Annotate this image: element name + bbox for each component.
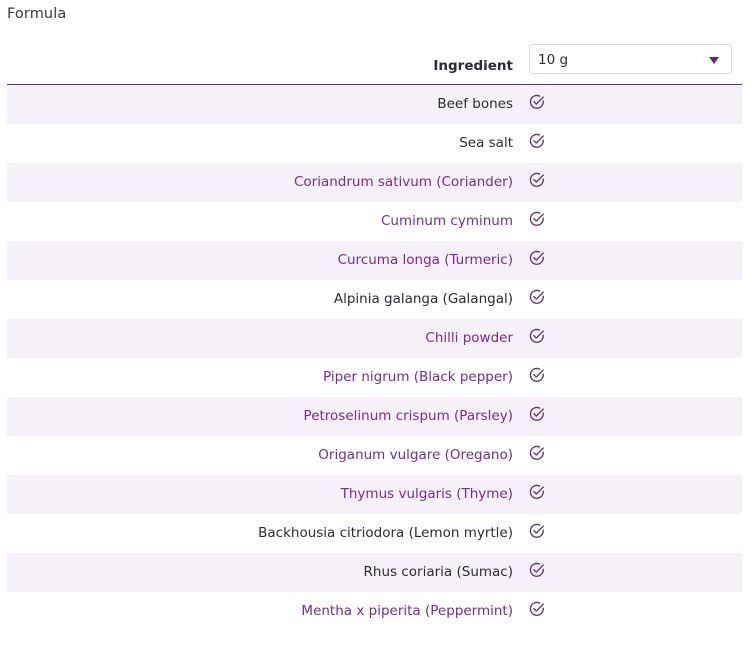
check-circle-icon	[529, 289, 544, 304]
table-header: Ingredient 10 g	[7, 44, 742, 85]
check-circle-icon	[529, 250, 544, 265]
ingredient-link[interactable]: Cuminum cyminum	[381, 213, 513, 229]
ingredient-list: Beef bones Sea salt Coriandrum sativum (Co…	[7, 85, 742, 631]
ingredient-row: Beef bones	[7, 85, 742, 124]
ingredient-row: Coriandrum sativum (Coriander)	[7, 163, 742, 202]
ingredient-name: Backhousia citriodora (Lemon myrtle)	[258, 525, 513, 541]
ingredient-name: Sea salt	[459, 135, 513, 151]
ingredient-link[interactable]: Mentha x piperita (Peppermint)	[301, 603, 513, 619]
section-title: Formula	[7, 6, 67, 22]
ingredient-row: Chilli powder	[7, 319, 742, 358]
ingredient-link[interactable]: Thymus vulgaris (Thyme)	[341, 486, 513, 502]
check-circle-icon	[529, 406, 544, 421]
check-circle-icon	[529, 328, 544, 343]
ingredient-row: Thymus vulgaris (Thyme)	[7, 475, 742, 514]
ingredient-row: Rhus coriaria (Sumac)	[7, 553, 742, 592]
quantity-select[interactable]: 10 g	[529, 44, 732, 74]
ingredient-link[interactable]: Piper nigrum (Black pepper)	[323, 369, 513, 385]
check-circle-icon	[529, 562, 544, 577]
ingredient-row: Curcuma longa (Turmeric)	[7, 241, 742, 280]
ingredient-column-header: Ingredient	[433, 58, 513, 74]
ingredient-row: Piper nigrum (Black pepper)	[7, 358, 742, 397]
ingredient-row: Mentha x piperita (Peppermint)	[7, 592, 742, 631]
ingredient-row: Alpinia galanga (Galangal)	[7, 280, 742, 319]
ingredient-row: Cuminum cyminum	[7, 202, 742, 241]
check-circle-icon	[529, 172, 544, 187]
ingredient-row: Backhousia citriodora (Lemon myrtle)	[7, 514, 742, 553]
ingredient-link[interactable]: Origanum vulgare (Oregano)	[318, 447, 513, 463]
quantity-select-value: 10 g	[538, 52, 569, 68]
caret-down-icon	[709, 57, 719, 64]
check-circle-icon	[529, 523, 544, 538]
ingredient-name: Beef bones	[437, 96, 513, 112]
ingredient-link[interactable]: Curcuma longa (Turmeric)	[338, 252, 513, 268]
check-circle-icon	[529, 211, 544, 226]
ingredient-row: Origanum vulgare (Oregano)	[7, 436, 742, 475]
check-circle-icon	[529, 445, 544, 460]
ingredient-name: Rhus coriaria (Sumac)	[363, 564, 513, 580]
ingredient-link[interactable]: Chilli powder	[425, 330, 513, 346]
ingredient-row: Sea salt	[7, 124, 742, 163]
check-circle-icon	[529, 367, 544, 382]
ingredient-link[interactable]: Coriandrum sativum (Coriander)	[294, 174, 513, 190]
ingredient-link[interactable]: Petroselinum crispum (Parsley)	[304, 408, 513, 424]
check-circle-icon	[529, 133, 544, 148]
check-circle-icon	[529, 94, 544, 109]
ingredient-row: Petroselinum crispum (Parsley)	[7, 397, 742, 436]
check-circle-icon	[529, 601, 544, 616]
check-circle-icon	[529, 484, 544, 499]
ingredient-name: Alpinia galanga (Galangal)	[333, 291, 513, 307]
